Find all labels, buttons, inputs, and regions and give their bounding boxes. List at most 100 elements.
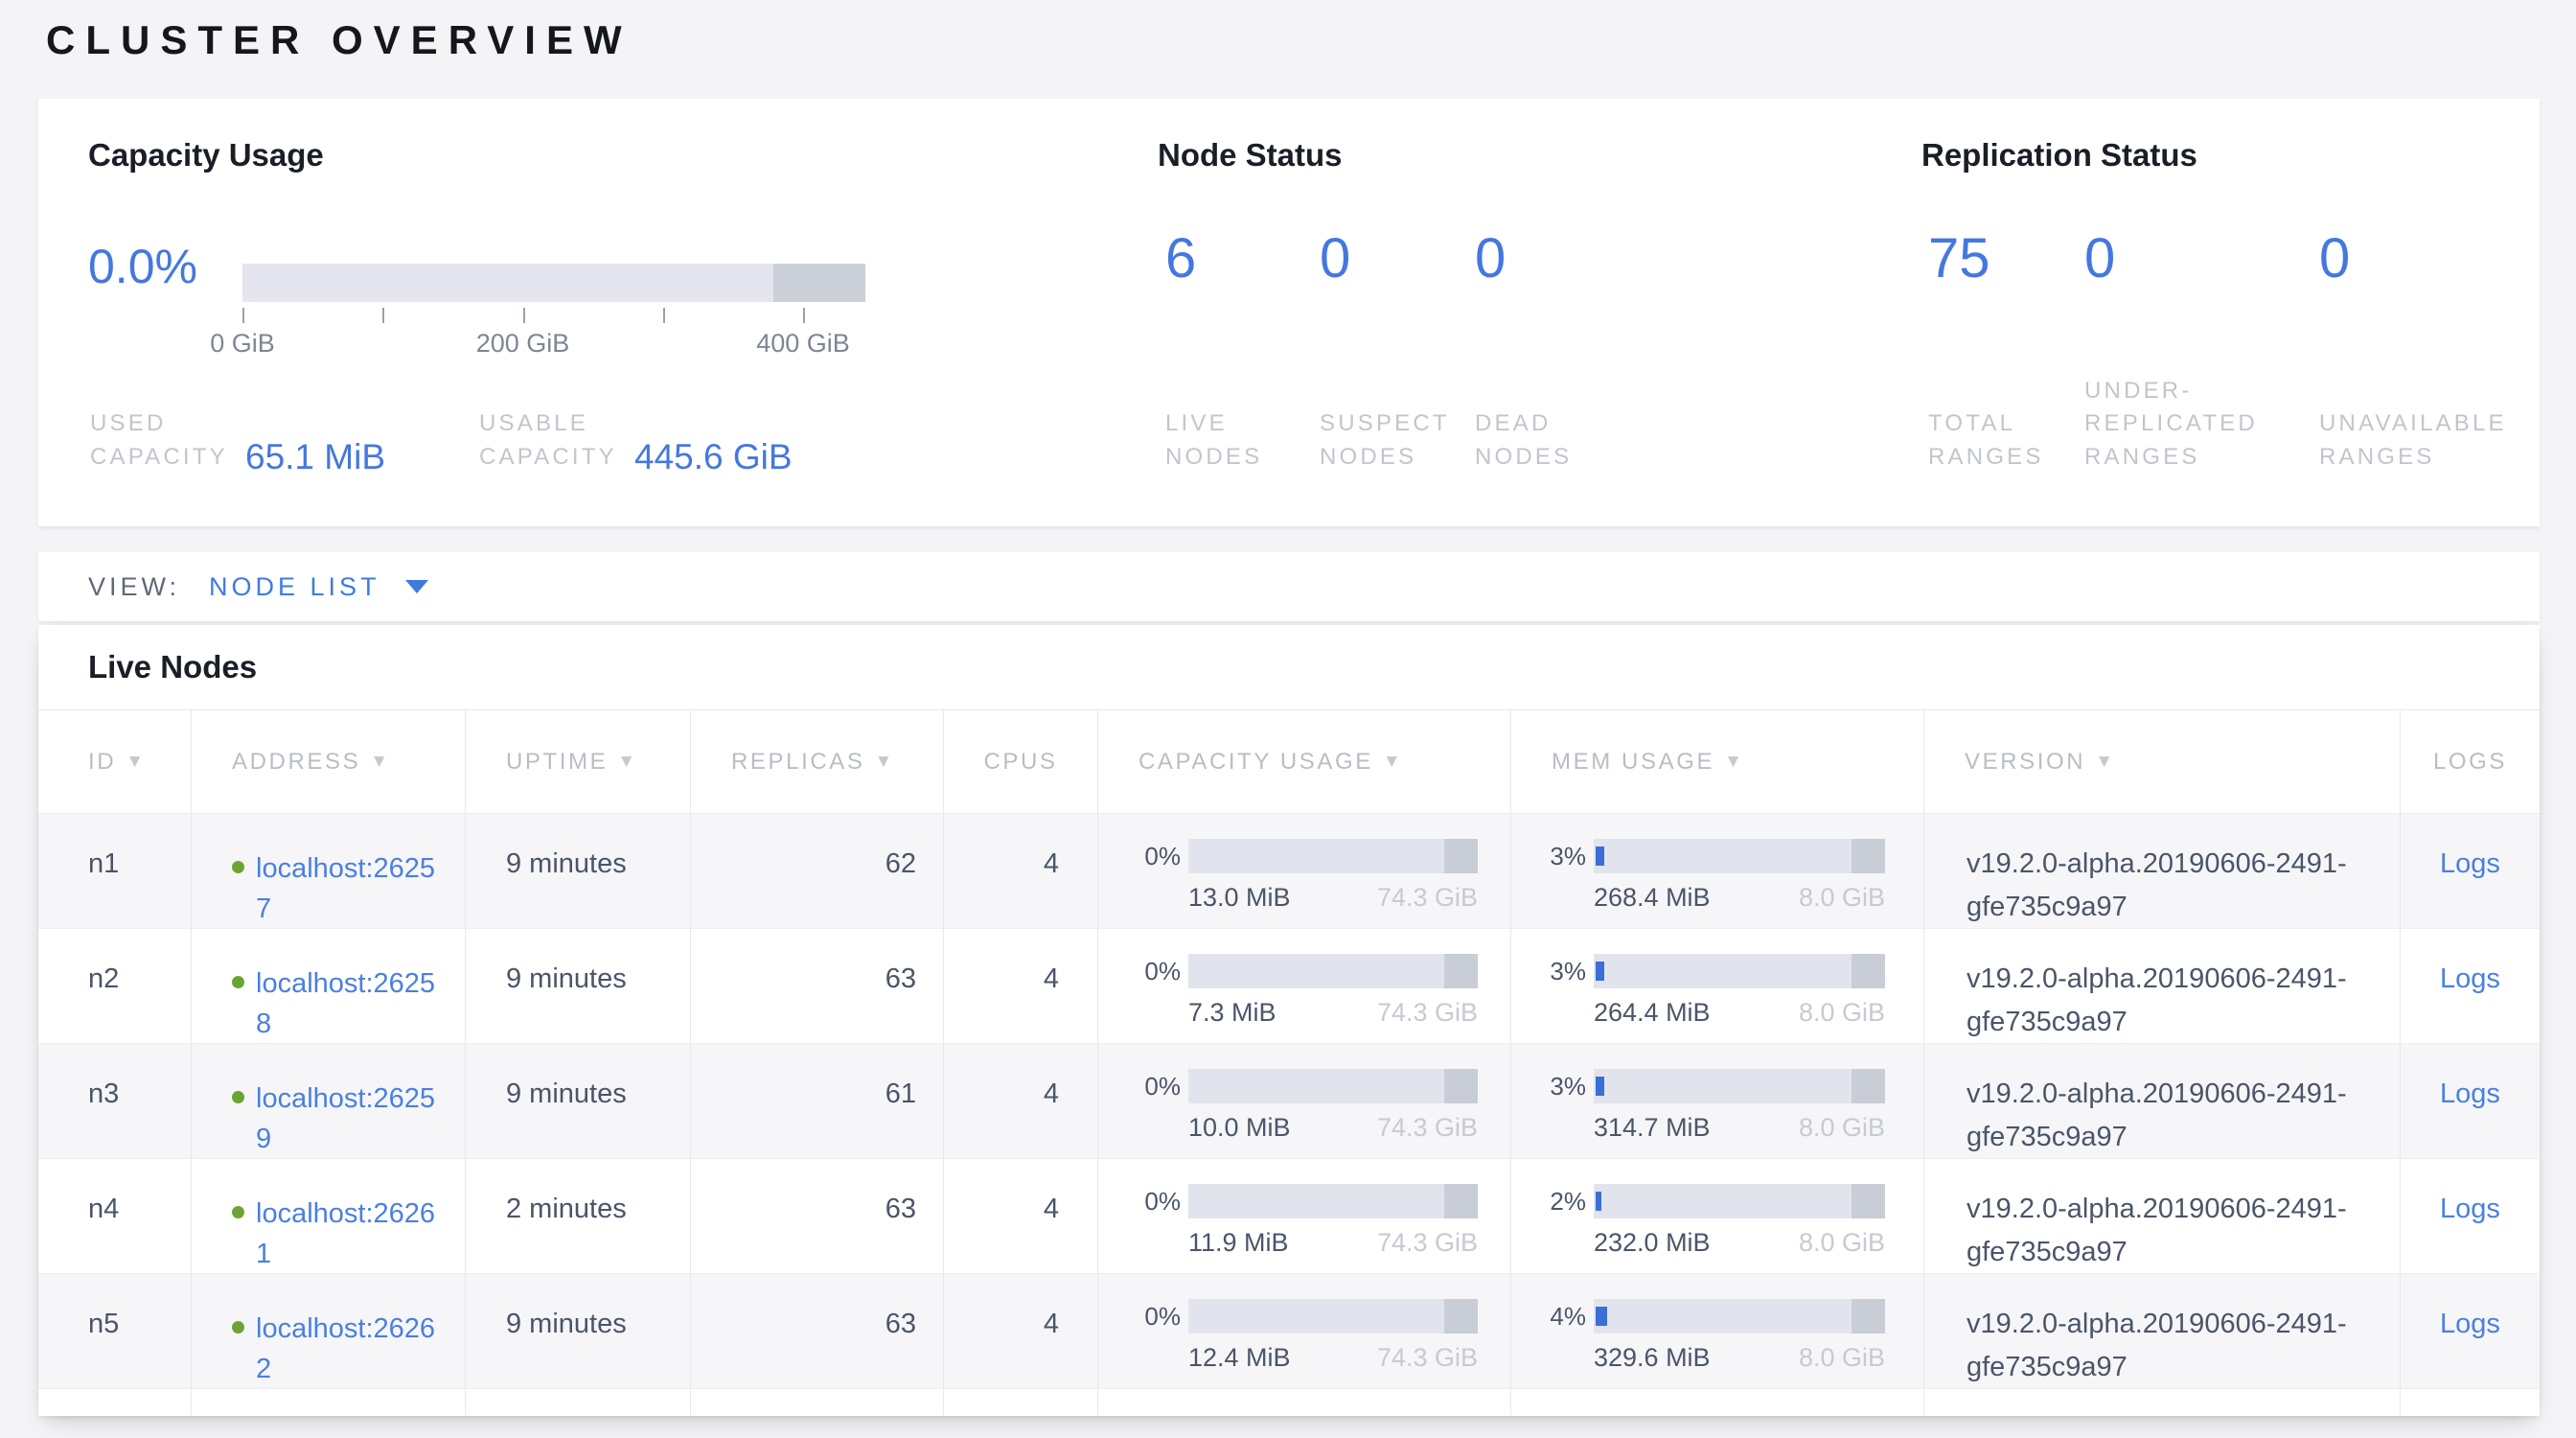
node-id-cell: n5 (38, 1274, 191, 1389)
logs-link[interactable]: Logs (2440, 1078, 2500, 1109)
total-ranges-stat: 75 TOTAL RANGES (1928, 231, 2082, 475)
usable-capacity-value: 445.6 GiB (634, 437, 793, 477)
table-body: n1 localhost:26257 9 minutes 62 4 0% 13.… (38, 813, 2540, 1388)
node-version-cell: v19.2.0-alpha.20190606-2491-gfe735c9a97 (1923, 929, 2400, 1044)
view-dropdown[interactable]: NODE LIST (209, 572, 380, 602)
live-nodes-label: LIVE NODES (1165, 407, 1309, 475)
node-address-cell: localhost:26261 (191, 1159, 465, 1274)
node-mem-usage-cell: 3% 268.4 MiB 8.0 GiB (1510, 814, 1923, 929)
column-header-version[interactable]: VERSION▼ (1923, 710, 2400, 813)
capacity-used-value: 11.9 MiB (1188, 1228, 1289, 1258)
node-cpus-cell: 4 (943, 814, 1097, 929)
capacity-total-value: 74.3 GiB (1377, 883, 1478, 913)
column-header-uptime[interactable]: UPTIME▼ (465, 710, 690, 813)
axis-tick (242, 308, 244, 323)
axis-label: 0 GiB (210, 329, 275, 359)
mem-bar (1594, 954, 1885, 988)
capacity-usage-bar (242, 264, 865, 302)
node-version-text: v19.2.0-alpha.20190606-2491-gfe735c9a97 (1966, 1188, 2361, 1274)
logs-link[interactable]: Logs (2440, 1309, 2500, 1339)
node-replicas-cell: 62 (690, 814, 943, 929)
capacity-total-value: 74.3 GiB (1377, 1343, 1478, 1373)
mem-bar (1594, 1184, 1885, 1218)
node-uptime-cell: 9 minutes (465, 1044, 690, 1159)
mem-bar-cap (1852, 839, 1885, 873)
capacity-usage-title: Capacity Usage (88, 137, 324, 174)
mem-total-value: 8.0 GiB (1799, 1343, 1885, 1373)
unavailable-ranges-count: 0 (2319, 231, 2535, 287)
capacity-usage-percent: 0.0% (88, 239, 197, 294)
mem-percent: 4% (1544, 1302, 1586, 1332)
table-row: n4 localhost:26261 2 minutes 63 4 0% 11.… (38, 1158, 2540, 1273)
node-address-link[interactable]: localhost:26262 (256, 1309, 438, 1389)
mem-percent: 3% (1544, 1072, 1586, 1102)
mem-bar-fill (1596, 962, 1604, 981)
node-address-link[interactable]: localhost:26258 (256, 963, 438, 1044)
capacity-percent: 0% (1138, 957, 1181, 986)
node-mem-usage-cell: 4% 329.6 MiB 8.0 GiB (1510, 1274, 1923, 1389)
capacity-usage-axis: 0 GiB 200 GiB 400 GiB (242, 306, 865, 365)
used-capacity-label: USED CAPACITY (90, 407, 236, 475)
node-live-dot-icon (232, 1091, 244, 1103)
capacity-bar-reserved-segment (773, 264, 865, 302)
capacity-percent: 0% (1138, 842, 1181, 871)
column-header-replicas[interactable]: REPLICAS▼ (690, 710, 943, 813)
mem-used-value: 264.4 MiB (1594, 998, 1711, 1028)
mem-total-value: 8.0 GiB (1799, 883, 1885, 913)
node-mem-usage-cell: 3% 314.7 MiB 8.0 GiB (1510, 1044, 1923, 1159)
node-uptime-cell: 9 minutes (465, 929, 690, 1044)
capacity-percent: 0% (1138, 1187, 1181, 1217)
node-id-cell: n1 (38, 814, 191, 929)
cluster-summary-card: Capacity Usage 0.0% 0 GiB 200 GiB 400 Gi… (38, 99, 2540, 526)
capacity-bar (1188, 839, 1478, 873)
capacity-percent: 0% (1138, 1302, 1181, 1332)
mem-percent: 2% (1544, 1187, 1586, 1217)
column-header-capacity-usage[interactable]: CAPACITY USAGE▼ (1097, 710, 1510, 813)
caret-down-icon[interactable] (405, 580, 428, 593)
node-version-cell: v19.2.0-alpha.20190606-2491-gfe735c9a97 (1923, 1159, 2400, 1274)
under-replicated-stat: 0 UNDER-REPLICATED RANGES (2084, 231, 2290, 475)
usable-capacity-stat: USABLE CAPACITY 445.6 GiB (479, 402, 793, 475)
node-id-cell: n4 (38, 1159, 191, 1274)
axis-label: 200 GiB (476, 329, 570, 359)
mem-bar-cap (1852, 1299, 1885, 1334)
column-header-id[interactable]: ID▼ (38, 710, 191, 813)
under-replicated-label: UNDER-REPLICATED RANGES (2084, 375, 2290, 475)
node-replicas-cell: 61 (690, 1044, 943, 1159)
capacity-percent: 0% (1138, 1072, 1181, 1102)
logs-link[interactable]: Logs (2440, 963, 2500, 994)
node-address-link[interactable]: localhost:26257 (256, 848, 438, 929)
node-address-link[interactable]: localhost:26261 (256, 1194, 438, 1274)
capacity-bar-cap (1444, 839, 1478, 873)
node-capacity-usage-cell: 0% 11.9 MiB 74.3 GiB (1097, 1159, 1510, 1274)
node-capacity-usage-cell: 0% 7.3 MiB 74.3 GiB (1097, 929, 1510, 1044)
node-mem-usage-cell: 3% 264.4 MiB 8.0 GiB (1510, 929, 1923, 1044)
column-header-mem-usage[interactable]: MEM USAGE▼ (1510, 710, 1923, 813)
mem-used-value: 268.4 MiB (1594, 883, 1711, 913)
node-uptime-cell: 2 minutes (465, 1159, 690, 1274)
node-uptime-cell: 9 minutes (465, 814, 690, 929)
sort-caret-icon: ▼ (370, 752, 390, 773)
axis-tick (523, 308, 525, 323)
mem-used-value: 314.7 MiB (1594, 1113, 1711, 1143)
used-capacity-value: 65.1 MiB (245, 437, 385, 477)
mem-bar-fill (1596, 847, 1604, 866)
logs-link[interactable]: Logs (2440, 1194, 2500, 1224)
capacity-bar (1188, 954, 1478, 988)
total-ranges-count: 75 (1928, 231, 2082, 287)
capacity-bar-cap (1444, 1069, 1478, 1103)
logs-link[interactable]: Logs (2440, 848, 2500, 879)
capacity-total-value: 74.3 GiB (1377, 998, 1478, 1028)
capacity-bar-cap (1444, 954, 1478, 988)
column-header-address[interactable]: ADDRESS▼ (191, 710, 465, 813)
node-mem-usage-cell: 2% 232.0 MiB 8.0 GiB (1510, 1159, 1923, 1274)
node-address-link[interactable]: localhost:26259 (256, 1078, 438, 1159)
node-replicas-cell: 63 (690, 1274, 943, 1389)
mem-percent: 3% (1544, 842, 1586, 871)
mem-percent: 3% (1544, 957, 1586, 986)
table-row: n2 localhost:26258 9 minutes 63 4 0% 7.3… (38, 928, 2540, 1043)
capacity-bar-cap (1444, 1299, 1478, 1334)
capacity-bar-cap (1444, 1184, 1478, 1218)
node-capacity-usage-cell: 0% 10.0 MiB 74.3 GiB (1097, 1044, 1510, 1159)
mem-bar-fill (1596, 1077, 1604, 1096)
